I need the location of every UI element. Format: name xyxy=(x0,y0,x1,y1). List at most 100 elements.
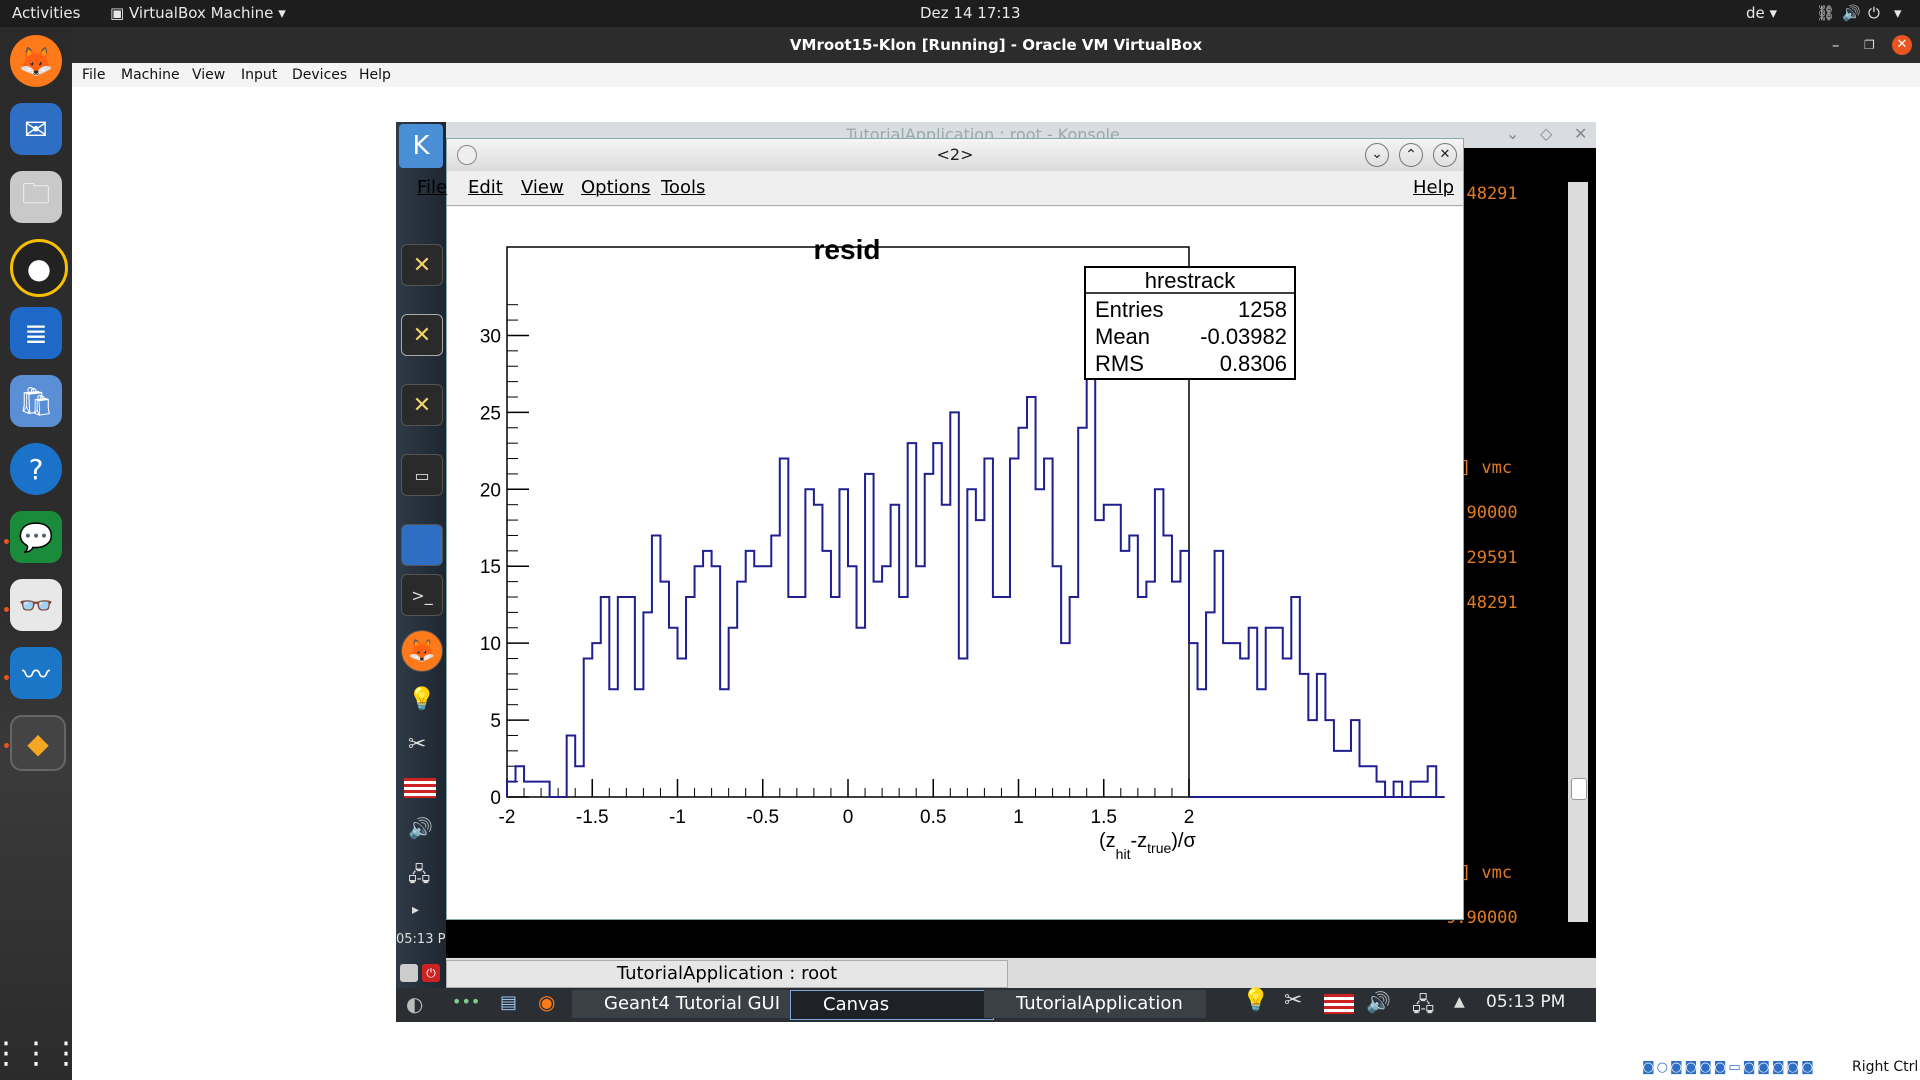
menu-view[interactable]: View xyxy=(192,67,225,83)
histogram-bin xyxy=(1342,751,1351,797)
histogram-bin xyxy=(541,782,550,797)
firefox-icon[interactable]: ◉ xyxy=(538,990,555,1014)
clock[interactable]: Dez 14 17:13 xyxy=(920,4,1021,22)
app-menu[interactable]: ▣ VirtualBox Machine ▾ xyxy=(110,4,286,22)
konsole-tab[interactable]: TutorialApplication : root xyxy=(446,960,1008,988)
power-icon[interactable]: ⏻ xyxy=(1868,4,1880,22)
histogram-bin xyxy=(1095,520,1104,797)
root-menu-help[interactable]: Help xyxy=(1413,177,1454,198)
close-icon[interactable]: ✕ xyxy=(1433,143,1457,167)
minimize-icon[interactable]: – xyxy=(1832,27,1840,63)
histogram-bin xyxy=(1104,505,1113,797)
histogram-bin xyxy=(1172,582,1181,797)
software-icon[interactable]: 🛍 xyxy=(10,375,62,427)
kde-menu-icon[interactable]: K xyxy=(399,124,443,168)
menu-input[interactable]: Input xyxy=(241,67,277,83)
histogram-chart[interactable]: resid 0 5 10 15 20 25 30 -2 -1.5 -1 -0.5 0 0.5 1 1.5 2… xyxy=(447,207,1463,919)
histogram-bin xyxy=(1078,428,1087,797)
volume-icon[interactable]: 🔊 xyxy=(408,816,433,840)
minimize-icon[interactable]: ⌄ xyxy=(1365,143,1389,167)
close-icon[interactable]: ✕ xyxy=(1892,35,1912,55)
scissors-icon[interactable]: ✂ xyxy=(408,732,426,757)
root-canvas-window[interactable]: <2> ⌄ ⌃ ✕ File Edit View Options Tools H… xyxy=(417,138,1464,920)
pager-icon[interactable]: ••• xyxy=(452,992,480,1011)
power-icon[interactable]: ⏻ xyxy=(422,964,440,982)
konsole-scrollbar[interactable] xyxy=(1568,182,1588,922)
volume-icon[interactable]: 🔊 xyxy=(1366,990,1391,1014)
window-menu-icon[interactable] xyxy=(457,145,477,165)
language-indicator[interactable]: de ▾ xyxy=(1746,4,1777,22)
document-viewer-icon[interactable]: 👓 xyxy=(10,579,62,631)
desktop-icon[interactable]: ▤ xyxy=(500,992,517,1013)
histogram-bin xyxy=(1360,766,1369,797)
stats-value: 0.8306 xyxy=(1220,351,1287,376)
writer-icon[interactable]: ≣ xyxy=(10,307,62,359)
network-icon[interactable]: ⛓ xyxy=(1816,4,1835,22)
firefox-icon[interactable]: 🦊 xyxy=(401,630,443,672)
flag-us-icon[interactable] xyxy=(1324,994,1354,1014)
lightbulb-icon[interactable]: 💡 xyxy=(408,687,435,712)
system-monitor-icon[interactable]: 〰 xyxy=(10,647,62,699)
desktop-icon[interactable] xyxy=(401,524,443,566)
close-icon[interactable]: ✕ xyxy=(1574,124,1587,143)
root-menu-bar: File Edit View Options Tools Help xyxy=(417,171,1463,206)
terminal-icon[interactable]: ▭ xyxy=(401,454,443,496)
show-apps-icon[interactable]: ⋮⋮⋮ xyxy=(0,1027,81,1079)
minimize-icon[interactable]: ⌄ xyxy=(1506,124,1519,143)
root-menu-view[interactable]: View xyxy=(521,177,564,198)
histogram-bin xyxy=(1308,720,1317,797)
root-menu-edit[interactable]: Edit xyxy=(468,177,503,198)
firefox-icon[interactable]: 🦊 xyxy=(10,35,62,87)
files-icon[interactable]: 🗀 xyxy=(10,171,62,223)
network-icon[interactable]: 🖧 xyxy=(408,860,430,894)
flag-us-icon[interactable] xyxy=(404,778,436,798)
root-icon[interactable]: ✕ xyxy=(401,314,443,356)
root-canvas[interactable]: resid 0 5 10 15 20 25 30 -2 -1.5 -1 -0.5 0 0.5 1 1.5 2… xyxy=(447,207,1463,919)
histogram-bin xyxy=(874,582,883,797)
terminal-icon[interactable]: >_ xyxy=(401,574,443,616)
histogram-bin xyxy=(584,659,593,797)
kde-clock[interactable]: 05:13 PM xyxy=(1486,992,1565,1012)
histogram-bin xyxy=(1300,674,1309,797)
stats-box[interactable]: hrestrack Entries 1258 Mean -0.03982 RMS… xyxy=(1084,266,1296,380)
scrollbar-thumb[interactable] xyxy=(1571,778,1587,800)
root-menu-tools[interactable]: Tools xyxy=(661,177,705,198)
maximize-icon[interactable]: ◇ xyxy=(1540,124,1552,143)
volume-icon[interactable]: 🔊 xyxy=(1842,4,1861,22)
rhythmbox-icon[interactable]: ● xyxy=(10,239,68,297)
maximize-icon[interactable]: ⌃ xyxy=(1399,143,1423,167)
task-canvas[interactable]: Canvas xyxy=(790,990,994,1020)
root-icon[interactable]: ✕ xyxy=(401,244,443,286)
chevron-down-icon: ▾ xyxy=(273,4,286,22)
task-tutorialapp[interactable]: TutorialApplication xyxy=(984,990,1206,1018)
task-geant4[interactable]: Geant4 Tutorial GUI xyxy=(572,990,804,1018)
root-window-title: <2> xyxy=(936,145,974,164)
lock-icon[interactable] xyxy=(400,964,418,982)
y-tick-label: 25 xyxy=(480,403,501,424)
maximize-icon[interactable]: ❐ xyxy=(1864,27,1875,63)
menu-help[interactable]: Help xyxy=(359,67,391,83)
menu-devices[interactable]: Devices xyxy=(292,67,347,83)
menu-machine[interactable]: Machine xyxy=(121,67,180,83)
guest-screen[interactable]: TutorialApplication : root - Konsole ⌄ ◇… xyxy=(396,122,1596,1022)
root-icon[interactable]: ✕ xyxy=(401,384,443,426)
lightbulb-icon[interactable]: 💡 xyxy=(1242,988,1269,1013)
vbox-menu-bar: File Machine View Input Devices Help xyxy=(72,63,1920,87)
network-icon[interactable]: 🖧 xyxy=(1412,990,1434,1022)
thunderbird-icon[interactable]: ✉ xyxy=(10,103,62,155)
activities-button[interactable]: Activities xyxy=(12,4,80,22)
kde-start-icon[interactable]: ◐ xyxy=(406,992,423,1016)
chat-icon[interactable]: 💬 xyxy=(10,511,62,563)
menu-file[interactable]: File xyxy=(82,67,105,83)
root-menu-options[interactable]: Options xyxy=(581,177,650,198)
histogram-bin xyxy=(1138,597,1147,797)
device-icons[interactable]: ◙○◙◙◙◙▭◙◙◙◙◙ xyxy=(1642,1060,1816,1075)
root-menu-file[interactable]: File xyxy=(417,177,447,198)
help-icon[interactable]: ? xyxy=(10,443,62,495)
chevron-down-icon[interactable]: ▾ xyxy=(1894,4,1902,22)
histogram-bin xyxy=(1266,628,1275,797)
scissors-icon[interactable]: ✂ xyxy=(1284,988,1302,1013)
virtualbox-icon[interactable]: ◆ xyxy=(10,715,66,771)
chevron-right-icon[interactable]: ▸ xyxy=(412,902,419,918)
chevron-up-icon[interactable]: ▲ xyxy=(1454,994,1465,1010)
